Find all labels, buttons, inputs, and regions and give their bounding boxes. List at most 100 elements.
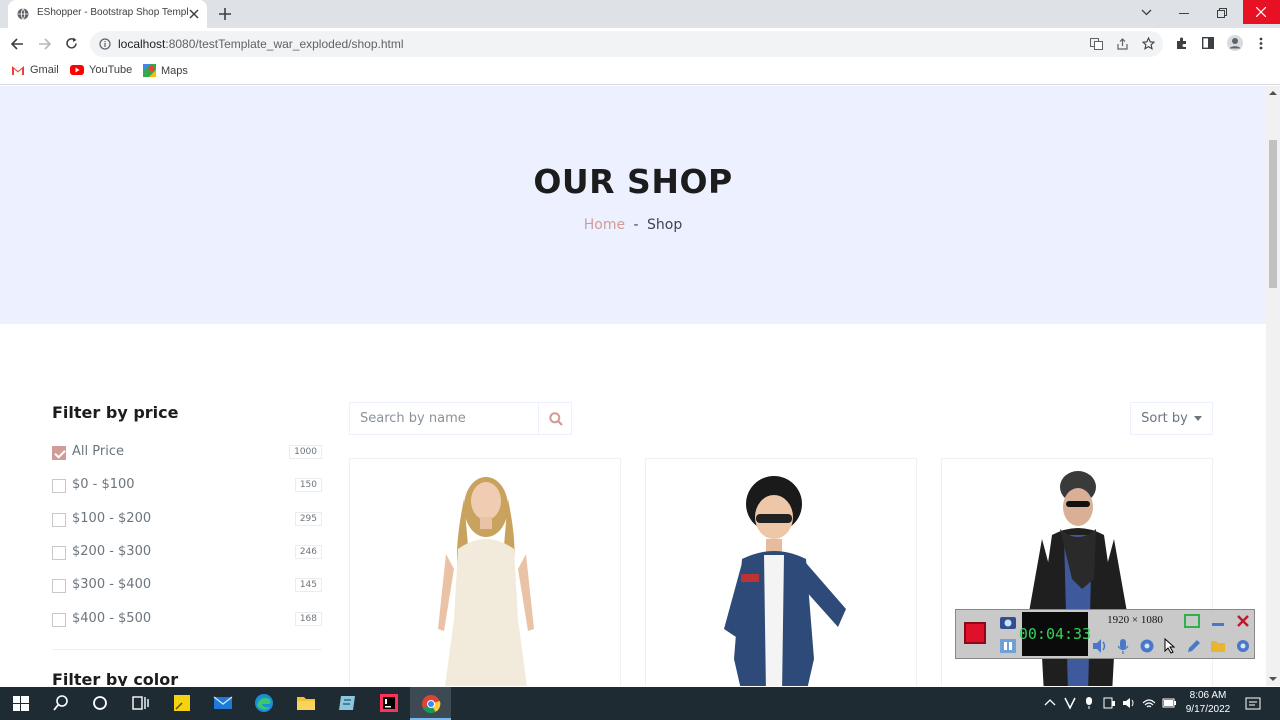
tray-device-icon[interactable] (1102, 696, 1116, 710)
checkbox[interactable] (52, 613, 66, 627)
url-text[interactable]: localhost:8080/testTemplate_war_exploded… (118, 37, 404, 51)
price-filter-400-500[interactable]: $400 - $500 168 (52, 609, 322, 631)
notifications-icon[interactable] (1245, 696, 1261, 712)
filter-count-badge: 145 (294, 578, 322, 592)
region-icon[interactable] (1184, 614, 1200, 628)
scrollbar-thumb[interactable] (1269, 140, 1277, 288)
screen-recorder-toolbar: 00:04:33 1920 × 1080 (955, 609, 1255, 659)
battery-icon[interactable] (1162, 697, 1176, 709)
filter-label: $200 - $300 (72, 544, 152, 559)
price-filter-300-400[interactable]: $300 - $400 145 (52, 575, 322, 597)
record-stop-button[interactable] (964, 622, 986, 644)
cortana-icon[interactable] (89, 692, 111, 714)
product-card[interactable] (349, 458, 621, 686)
globe-icon (17, 8, 29, 20)
price-filter-0-100[interactable]: $0 - $100 150 (52, 475, 322, 497)
reload-icon[interactable] (65, 37, 78, 50)
bookmark-youtube[interactable]: YouTube (70, 64, 132, 76)
edge-icon[interactable] (253, 692, 275, 714)
extensions-icon[interactable] (1175, 37, 1188, 50)
filter-count-badge: 168 (294, 612, 322, 626)
breadcrumb-home-link[interactable]: Home (584, 217, 625, 233)
side-panel-icon[interactable] (1202, 37, 1214, 49)
webcam-icon[interactable] (1139, 638, 1155, 654)
search-icon (549, 411, 563, 426)
app-icon[interactable] (336, 692, 358, 714)
checkbox[interactable] (52, 546, 66, 560)
checkbox[interactable] (52, 446, 66, 460)
filter-label: $100 - $200 (72, 511, 152, 526)
tab-search-icon[interactable] (1141, 9, 1152, 16)
price-filter-heading: Filter by price (52, 403, 179, 422)
pen-icon[interactable] (1186, 638, 1202, 654)
wifi-icon[interactable] (1142, 696, 1156, 710)
bookmarks-bar: Gmail YouTube Maps (0, 60, 1280, 85)
close-tab-icon[interactable] (189, 9, 199, 19)
tray-mic-icon[interactable] (1083, 696, 1095, 710)
clock-time: 8:06 AM (1189, 690, 1227, 701)
profile-avatar-icon[interactable] (1227, 35, 1243, 51)
maps-icon (143, 64, 156, 77)
back-icon[interactable] (11, 38, 24, 50)
close-recorder-icon[interactable] (1235, 614, 1251, 628)
browser-tab[interactable]: EShopper - Bootstrap Shop Template (8, 0, 207, 28)
close-icon (1256, 7, 1266, 17)
info-icon[interactable] (99, 38, 111, 50)
volume-icon[interactable] (1122, 696, 1136, 710)
price-filter-100-200[interactable]: $100 - $200 295 (52, 509, 322, 531)
page-scrollbar[interactable] (1266, 86, 1280, 686)
checkbox[interactable] (52, 479, 66, 493)
checkbox[interactable] (52, 579, 66, 593)
product-card[interactable] (645, 458, 917, 686)
restore-icon[interactable] (1217, 8, 1227, 18)
tray-v-icon[interactable] (1063, 696, 1077, 710)
settings-gear-icon[interactable] (1235, 638, 1251, 654)
sort-label: Sort by (1141, 411, 1188, 426)
bookmark-maps[interactable]: Maps (143, 64, 188, 77)
tray-chevron-icon[interactable] (1044, 699, 1056, 707)
bookmark-star-icon[interactable] (1142, 37, 1155, 50)
web-page: OUR SHOP Home - Shop Filter by price All… (0, 86, 1266, 686)
price-filter-200-300[interactable]: $200 - $300 246 (52, 542, 322, 564)
scroll-down-icon[interactable] (1269, 676, 1277, 682)
speaker-icon[interactable] (1091, 638, 1109, 654)
filter-count-badge: 295 (294, 512, 322, 526)
window-close-button[interactable] (1243, 0, 1280, 24)
product-image-boy-jacket (724, 476, 846, 686)
menu-dots-icon[interactable] (1259, 37, 1263, 50)
windows-start-icon[interactable] (10, 692, 32, 714)
sort-dropdown[interactable]: Sort by (1130, 402, 1213, 435)
pause-icon[interactable] (999, 638, 1017, 654)
forward-icon[interactable] (38, 38, 51, 50)
omnibox[interactable]: localhost:8080/testTemplate_war_exploded… (90, 31, 1163, 57)
minimize-icon[interactable] (1179, 13, 1189, 15)
intellij-icon[interactable] (378, 692, 400, 714)
search-taskbar-icon[interactable] (50, 692, 72, 714)
scroll-up-icon[interactable] (1269, 90, 1277, 96)
checkbox[interactable] (52, 513, 66, 527)
filter-label: $0 - $100 (72, 477, 135, 492)
sticky-notes-icon[interactable] (171, 692, 193, 714)
new-tab-icon[interactable] (219, 8, 231, 20)
file-explorer-icon[interactable] (295, 692, 317, 714)
divider (52, 649, 322, 650)
search-button[interactable] (540, 403, 572, 434)
cursor-icon[interactable] (1163, 638, 1177, 654)
mail-icon[interactable] (212, 692, 234, 714)
folder-icon[interactable] (1210, 638, 1226, 654)
filter-label: $400 - $500 (72, 611, 152, 626)
system-clock[interactable]: 8:06 AM 9/17/2022 (1180, 689, 1236, 717)
chrome-taskbar-button[interactable] (410, 687, 451, 720)
translate-icon[interactable] (1090, 38, 1103, 50)
camera-icon[interactable] (999, 614, 1017, 630)
minimize-recorder-icon[interactable] (1210, 614, 1226, 628)
share-icon[interactable] (1116, 38, 1129, 50)
recording-timer: 00:04:33 (1019, 612, 1091, 656)
search-input[interactable] (350, 403, 539, 434)
microphone-icon[interactable] (1116, 638, 1130, 654)
price-filter-all[interactable]: All Price 1000 (52, 442, 322, 464)
product-image-woman-dress (438, 477, 534, 686)
filter-count-badge: 1000 (289, 445, 322, 459)
task-view-icon[interactable] (129, 692, 151, 714)
bookmark-gmail[interactable]: Gmail (11, 64, 59, 76)
